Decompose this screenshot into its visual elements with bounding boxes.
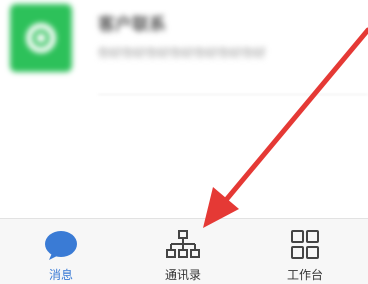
tab-label-messages: 消息 [48,268,73,282]
tab-contacts[interactable]: 通讯录 [122,219,244,284]
list-divider [98,94,368,95]
tab-label-contacts: 通讯录 [164,268,201,282]
grid-icon [291,230,319,259]
tab-messages[interactable]: 消息 [0,219,122,284]
tab-workbench[interactable]: 工作台 [244,219,366,284]
chat-preview: 你好你好你好你好你好你好你好 [98,46,267,60]
chat-title: 客户联系 [98,15,166,35]
bottom-tab-bar: 消息 通讯录 工作台 [0,218,368,284]
tab-label-workbench: 工作台 [286,268,323,282]
chat-bubble-icon [45,231,77,260]
org-chart-icon [166,230,200,258]
chat-list-item[interactable]: 客户联系 你好你好你好你好你好你好你好 [0,0,368,95]
app-screen: 客户联系 你好你好你好你好你好你好你好 消息 通讯录 工作台 [0,0,368,284]
chat-avatar [10,4,72,72]
